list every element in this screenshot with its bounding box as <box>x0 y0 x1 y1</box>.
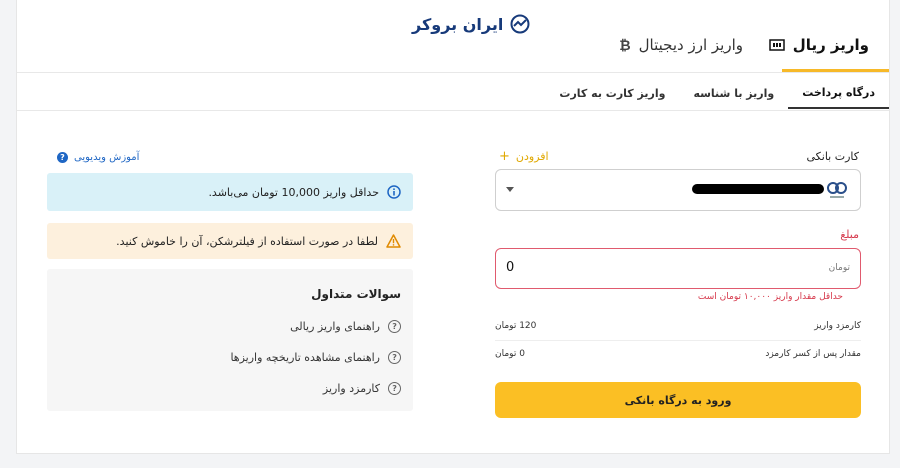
net-value: 0 تومان <box>495 349 525 359</box>
amount-label: مبلغ <box>840 228 859 241</box>
amount-input[interactable]: 0 تومان <box>495 248 861 289</box>
bitcoin-icon: ₿ <box>619 37 631 54</box>
brand-logo[interactable]: ایران بروکر <box>412 14 531 34</box>
brand-mark-icon <box>510 14 530 34</box>
amount-unit: تومان <box>828 263 850 273</box>
subtab-deposit-by-id[interactable]: واریز با شناسه <box>679 77 788 109</box>
faq-item[interactable]: ? راهنمای واریز ریالی <box>290 320 401 333</box>
deposit-card: ایران بروکر واریز ریال واریز ارز دیجیتال… <box>16 0 890 454</box>
plus-icon: + <box>499 149 510 164</box>
add-card-button[interactable]: افزودن + <box>499 149 549 164</box>
net-label: مقدار پس از کسر کارمزد <box>765 349 861 359</box>
fee-row: کارمزد واریز 120 تومان <box>495 321 861 331</box>
bank-card-label: کارت بانکی <box>806 150 859 163</box>
question-icon: ? <box>388 320 401 333</box>
enter-gateway-button[interactable]: ورود به درگاه بانکی <box>495 382 861 418</box>
amount-value: 0 <box>506 260 515 275</box>
subtab-bar: درگاه پرداخت واریز با شناسه واریز کارت ب… <box>545 77 889 109</box>
question-icon: ? <box>388 351 401 364</box>
bank-logo-icon <box>827 182 847 198</box>
help-icon: ? <box>57 152 68 163</box>
tab-rial-deposit[interactable]: واریز ریال <box>769 36 869 54</box>
question-icon: ? <box>388 382 401 395</box>
banknote-icon <box>769 39 785 51</box>
tab-rial-label: واریز ریال <box>792 36 869 54</box>
vpn-warning: لطفا در صورت استفاده از فیلترشکن، آن را … <box>47 223 413 259</box>
min-deposit-info: حداقل واریز 10,000 تومان می‌باشد. <box>47 173 413 211</box>
subtab-payment-gateway[interactable]: درگاه پرداخت <box>788 77 889 109</box>
faq-item[interactable]: ? کارمزد واریز <box>323 382 401 395</box>
row-divider <box>495 340 861 341</box>
faq-item-label: راهنمای واریز ریالی <box>290 320 380 333</box>
vpn-warning-text: لطفا در صورت استفاده از فیلترشکن، آن را … <box>116 234 378 248</box>
fee-label: کارمزد واریز <box>814 321 861 331</box>
net-row: مقدار پس از کسر کارمزد 0 تومان <box>495 349 861 359</box>
subtab-divider <box>17 110 889 111</box>
top-divider <box>17 72 889 73</box>
add-card-label: افزودن <box>515 150 549 163</box>
faq-item-label: کارمزد واریز <box>322 382 380 395</box>
tab-crypto-deposit[interactable]: واریز ارز دیجیتال ₿ <box>619 36 743 54</box>
bank-card-select[interactable] <box>495 169 861 211</box>
min-deposit-text: حداقل واریز 10,000 تومان می‌باشد. <box>208 185 379 199</box>
amount-error: حداقل مقدار واریز ۱۰,۰۰۰ تومان است <box>697 292 843 302</box>
tab-crypto-label: واریز ارز دیجیتال <box>638 36 743 54</box>
video-tutorial-link[interactable]: ? آموزش ویدیویی <box>57 152 139 163</box>
faq-panel: سوالات متداول ? راهنمای واریز ریالی ? را… <box>47 269 413 411</box>
chevron-down-icon <box>506 187 514 192</box>
card-number-masked <box>692 184 824 194</box>
info-icon <box>387 185 401 199</box>
faq-title: سوالات متداول <box>311 287 401 301</box>
video-tutorial-label: آموزش ویدیویی <box>74 152 140 163</box>
fee-value: 120 تومان <box>495 321 537 331</box>
warning-icon <box>386 234 401 248</box>
subtab-card-to-card[interactable]: واریز کارت به کارت <box>545 77 679 109</box>
faq-item-label: راهنمای مشاهده تاریخچه واریزها <box>230 351 380 364</box>
faq-item[interactable]: ? راهنمای مشاهده تاریخچه واریزها <box>230 351 401 364</box>
brand-name: ایران بروکر <box>412 14 504 34</box>
